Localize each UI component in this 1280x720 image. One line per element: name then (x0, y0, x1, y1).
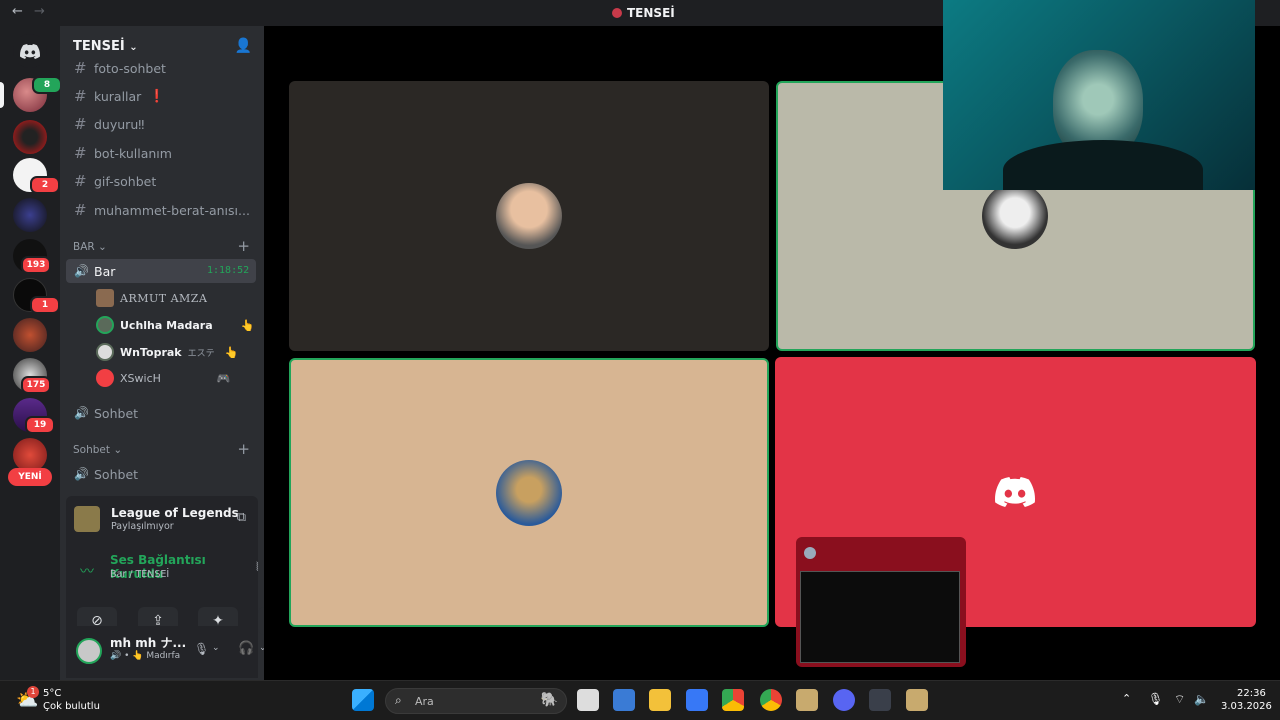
add-channel-icon[interactable]: + (237, 440, 250, 458)
gamepad-icon: 🎮 (216, 371, 231, 385)
person-body (1003, 140, 1203, 190)
speaker-icon: 🔊 (74, 264, 89, 278)
discord-home-icon[interactable] (13, 34, 47, 68)
file-explorer-icon[interactable] (649, 689, 671, 711)
active-server-pill (0, 82, 4, 108)
headphones-icon[interactable]: 🎧 (238, 641, 254, 656)
search-input[interactable]: ⌕ Ara 🐘 (385, 688, 567, 714)
webcam-overlay (943, 0, 1255, 190)
server-icon[interactable] (13, 120, 47, 154)
unread-badge: 175 (21, 376, 51, 394)
channel-sidebar: TENSEİ ⌄ 👤 # foto-sohbet # kurallar ❗ # duyu… (60, 26, 264, 680)
unread-badge: 8 (32, 76, 60, 94)
hash-icon: # (74, 87, 87, 105)
chevron-up-icon[interactable]: ⌃ (1122, 692, 1131, 705)
weather-badge: 1 (27, 686, 39, 698)
add-member-icon[interactable]: 👤 (235, 38, 252, 54)
elephant-icon: 🐘 (540, 692, 558, 708)
server-rail: 8 2 193 1 175 19 YENİ (0, 26, 60, 680)
avatar (96, 316, 114, 334)
mic-icon[interactable]: 🎙 (1148, 692, 1163, 706)
server-icon[interactable] (13, 198, 47, 232)
taskbar-thumbnail-preview[interactable] (796, 537, 966, 667)
stream-icon[interactable]: ⧉ (237, 510, 246, 525)
unread-badge: 1 (30, 296, 60, 314)
category-bar[interactable]: BAR ⌄ (73, 241, 107, 253)
unread-badge: 193 (21, 256, 51, 274)
windows-taskbar: ⛅ 1 5°C Çok bulutlu ⌕ Ara 🐘 ⌃ 🎙 ⌔ 🔈 22:3… (0, 680, 1280, 720)
avatar (496, 183, 562, 249)
voice-member[interactable]: ARMUT AMZA (96, 287, 207, 309)
server-icon[interactable] (13, 438, 47, 472)
avatar (96, 343, 114, 361)
voice-tile[interactable] (289, 81, 769, 351)
signal-icon: 〰 (80, 564, 94, 580)
noise-icon[interactable]: ⦚ (256, 560, 259, 575)
hash-icon: # (74, 201, 87, 219)
league-client-icon[interactable] (796, 689, 818, 711)
user-panel: mh mh ナ... 🔊 • 👆 Madırfa 🎙 ⌄ 🎧 ⌄ ⚙ (66, 626, 264, 678)
server-icon[interactable] (13, 318, 47, 352)
hash-icon: # (74, 172, 87, 190)
speaker-icon: 🔊 (74, 406, 89, 420)
hash-icon: # (74, 144, 87, 162)
forward-icon[interactable]: → (34, 4, 45, 19)
channel-foto-sohbet[interactable]: # foto-sohbet (74, 56, 166, 80)
new-badge: YENİ (8, 468, 52, 486)
server-icon (612, 8, 622, 18)
avatar[interactable] (76, 638, 102, 664)
chevron-down-icon[interactable]: ⌄ (212, 643, 220, 653)
hand-icon: 👆 (240, 318, 255, 332)
unread-badge: 2 (30, 176, 60, 194)
window-title: TENSEİ (612, 6, 675, 20)
voice-member[interactable]: WnToprak エステ 👆 (96, 341, 238, 363)
task-view-icon[interactable] (577, 689, 599, 711)
terminal-preview (800, 571, 960, 663)
discord-taskbar-icon[interactable] (833, 689, 855, 711)
app-icon[interactable] (686, 689, 708, 711)
channel-duyuru[interactable]: # duyuru‼ (74, 112, 144, 136)
channel-gif-sohbet[interactable]: # gif-sohbet (74, 169, 156, 193)
league-icon (74, 506, 100, 532)
search-icon: ⌕ (395, 693, 402, 707)
channel-kurallar[interactable]: # kurallar ❗ (74, 84, 165, 108)
league-icon[interactable] (906, 689, 928, 711)
chrome-icon[interactable] (760, 689, 782, 711)
discord-logo-icon (995, 477, 1036, 511)
activity-panel: League of Legends Paylaşılmıyor ⧉ (66, 496, 258, 544)
avatar (96, 289, 114, 307)
voice-tile-speaking[interactable] (289, 358, 769, 627)
voice-channel-sohbet[interactable]: 🔊 Sohbet (74, 401, 138, 425)
server-name: TENSEİ ⌄ (73, 39, 138, 54)
store-icon[interactable] (613, 689, 635, 711)
app-icon (804, 547, 816, 559)
voice-channel-sohbet-2[interactable]: 🔊 Sohbet (74, 462, 138, 486)
voice-channel-bar[interactable]: 🔊 Bar (74, 259, 115, 283)
hand-icon: 👆 (224, 345, 239, 359)
category-sohbet[interactable]: Sohbet ⌄ (73, 444, 122, 456)
hash-icon: # (74, 59, 87, 77)
voice-member[interactable]: Uchlha Madara 👆 (96, 314, 254, 336)
channel-bot-kullanim[interactable]: # bot-kullanım (74, 141, 172, 165)
wifi-icon[interactable]: ⌔ (1174, 692, 1185, 707)
start-icon[interactable] (352, 689, 374, 711)
add-channel-icon[interactable]: + (237, 237, 250, 255)
hash-icon: # (74, 115, 87, 133)
avatar (96, 369, 114, 387)
voice-member[interactable]: XSwicH 🎮 (96, 367, 231, 389)
channel-muhammet-berat[interactable]: # muhammet-berat-anısı... (74, 198, 250, 222)
speaker-icon: 🔊 (74, 467, 89, 481)
photos-icon[interactable] (722, 689, 744, 711)
unread-badge: 19 (25, 416, 55, 434)
back-icon[interactable]: ← (12, 4, 23, 19)
avatar (982, 183, 1048, 249)
volume-icon[interactable]: 🔈 (1194, 692, 1209, 706)
avatar (496, 460, 562, 526)
app-icon[interactable] (869, 689, 891, 711)
voice-timer: 1:18:52 (207, 265, 250, 276)
mic-icon[interactable]: 🎙 (194, 642, 209, 656)
